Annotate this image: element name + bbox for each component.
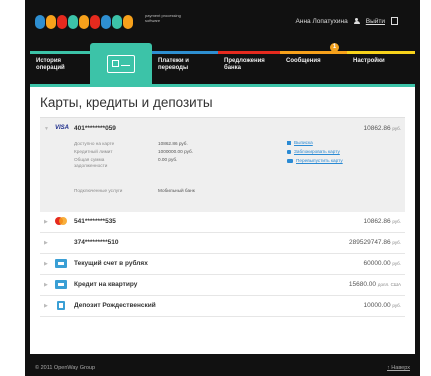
logo-letter <box>79 15 89 29</box>
detail-value-available: 10862.86 руб. <box>158 141 188 146</box>
detail-label-available: Доступно на карте <box>74 141 115 146</box>
logout-link[interactable]: Выйти <box>366 18 385 25</box>
list-item-amount: 10000.00 руб. <box>363 302 401 309</box>
reissue-card-link[interactable]: Перевыпустить карту <box>287 158 343 163</box>
detail-value-debt: 0.00 руб. <box>158 157 178 162</box>
expand-arrow-icon[interactable]: ▶ <box>44 240 48 246</box>
list-item-name: Депозит Рождественский <box>74 302 156 309</box>
list-item-amount: 10862.86 руб. <box>363 218 401 225</box>
detail-label-debt: Общая сумма задолженности <box>74 157 108 168</box>
nav-messages-label: Сообщения <box>286 58 321 64</box>
detail-label-limit: Кредитный лимит <box>74 149 113 154</box>
expand-arrow-icon[interactable]: ▶ <box>44 303 48 309</box>
visa-icon: VISA <box>55 125 70 131</box>
list-item-amount: 15680.00 долл. США <box>348 281 401 288</box>
list-item[interactable]: ▶ Депозит Рождественский 10000.00 руб. <box>40 296 405 317</box>
list-item-name: 374*********510 <box>74 239 119 246</box>
nav-history-label: История операций <box>36 58 65 71</box>
top-bar: payment processing software Анна Лопатух… <box>25 0 420 42</box>
back-to-top-link[interactable]: ↑ Наверх <box>387 365 410 371</box>
logo-tagline: payment processing software <box>145 13 181 23</box>
block-card-label: Заблокировать карту <box>294 149 340 154</box>
expand-arrow-icon[interactable]: ▶ <box>44 219 48 225</box>
app-frame: payment processing software Анна Лопатух… <box>25 0 420 376</box>
nav-offers[interactable]: Предложения банка <box>218 51 280 84</box>
openway-logo[interactable] <box>35 12 133 32</box>
logo-letter <box>101 15 111 29</box>
nav-history[interactable]: История операций <box>30 51 90 84</box>
deposit-icon <box>57 301 65 310</box>
logo-letter <box>123 15 133 29</box>
card-icon <box>107 54 135 73</box>
reissue-card-label: Перевыпустить карту <box>296 158 343 163</box>
card-number: 401********059 <box>74 125 116 132</box>
services-value: Мобильный банк <box>158 188 195 193</box>
services-label: Подключенные услуги <box>74 188 123 193</box>
list-item-amount: 289529747.86 руб. <box>349 239 401 246</box>
nav-payments-label: Платежи и переводы <box>158 58 189 71</box>
copyright: © 2011 OpenWay Group <box>35 365 96 371</box>
logo-letter <box>57 15 67 29</box>
list-item-name: Кредит на квартиру <box>74 281 138 288</box>
messages-badge: 1 <box>330 43 339 52</box>
user-name: Анна Лопатухина <box>295 17 348 25</box>
nav-payments[interactable]: Платежи и переводы <box>152 51 218 84</box>
block-card-link[interactable]: Заблокировать карту <box>287 149 340 154</box>
main-nav: История операций Платежи и переводы Пред… <box>30 43 415 84</box>
logout-icon[interactable] <box>391 17 398 25</box>
logo-letter <box>35 15 45 29</box>
nav-cards[interactable] <box>90 43 152 84</box>
expand-arrow-icon[interactable]: ▶ <box>44 261 48 267</box>
card-amount: 10862.86 руб. <box>363 125 401 132</box>
nav-settings-label: Настройки <box>353 58 385 64</box>
account-icon <box>55 259 67 268</box>
statement-icon <box>287 140 291 145</box>
panel-accent <box>30 84 415 87</box>
statement-label: Выписка <box>294 140 313 145</box>
collapse-arrow-icon[interactable]: ▼ <box>44 126 49 132</box>
user-icon <box>353 17 360 25</box>
statement-link[interactable]: Выписка <box>287 140 313 145</box>
user-area: Анна Лопатухина Выйти <box>296 17 398 25</box>
detail-value-limit: 1000000.00 руб. <box>158 149 194 154</box>
nav-messages[interactable]: Сообщения 1 <box>280 43 347 84</box>
mastercard-icon <box>55 217 67 226</box>
list-item[interactable]: ▶ Кредит на квартиру 15680.00 долл. США <box>40 275 405 296</box>
logo-letter <box>46 15 56 29</box>
list-item-name: 541********535 <box>74 218 116 225</box>
lock-icon <box>287 149 291 154</box>
logo-letter <box>90 15 100 29</box>
list-item[interactable]: ▶ 374*********510 289529747.86 руб. <box>40 233 405 254</box>
content-panel: Карты, кредиты и депозиты ▼ VISA 401****… <box>30 84 415 354</box>
list-item-amount: 60000.00 руб. <box>363 260 401 267</box>
credit-icon <box>55 280 67 289</box>
nav-settings[interactable]: Настройки <box>347 51 415 84</box>
reissue-icon <box>287 158 293 163</box>
footer: © 2011 OpenWay Group ↑ Наверх <box>25 362 420 376</box>
list-item[interactable]: ▶ Текущий счет в рублях 60000.00 руб. <box>40 254 405 275</box>
list-item-name: Текущий счет в рублях <box>74 260 148 267</box>
expand-arrow-icon[interactable]: ▶ <box>44 282 48 288</box>
list-item[interactable]: ▶ 541********535 10862.86 руб. <box>40 212 405 233</box>
page-title: Карты, кредиты и депозиты <box>40 95 213 110</box>
logo-letter <box>112 15 122 29</box>
expanded-card-row[interactable]: ▼ VISA 401********059 10862.86 руб. Дост… <box>40 117 405 212</box>
logo-letter <box>68 15 78 29</box>
nav-offers-label: Предложения банка <box>224 58 265 71</box>
